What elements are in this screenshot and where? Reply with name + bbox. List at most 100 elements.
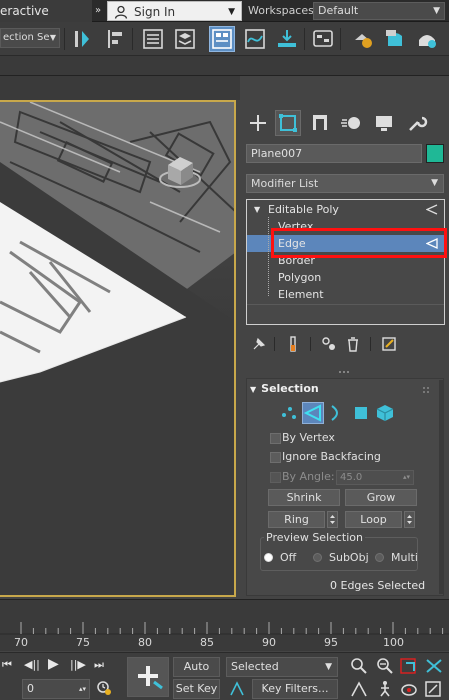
zoom-extents-icon[interactable] <box>400 657 420 675</box>
loop-button[interactable]: Loop <box>345 511 402 528</box>
utilities-tab-icon[interactable] <box>403 110 429 136</box>
element-level-icon[interactable] <box>374 402 396 424</box>
rollout-title: Selection <box>261 382 319 395</box>
overflow-chevron-icon[interactable]: » <box>92 0 104 22</box>
time-configuration-icon[interactable] <box>96 680 112 696</box>
key-mode-dropdown[interactable]: Selected ▼ <box>226 657 338 677</box>
align-icon[interactable] <box>102 26 128 52</box>
preview-off-radio[interactable] <box>264 553 273 562</box>
stack-item-editable-poly[interactable]: ▼ Editable Poly <box>247 201 444 218</box>
by-angle-spinner[interactable]: 45.0 ▴▾ <box>336 470 414 485</box>
go-to-end-icon[interactable]: ⏭ <box>94 658 104 672</box>
auto-key-button[interactable]: Auto Key <box>173 657 220 691</box>
go-to-start-icon[interactable]: ⏮ <box>2 658 12 672</box>
toggle-ribbon-button[interactable] <box>209 26 235 52</box>
workspace-value: Default <box>318 4 359 17</box>
current-frame-field[interactable]: 0 ▴▾ <box>22 679 90 699</box>
by-angle-checkbox[interactable] <box>270 472 281 483</box>
track-bar[interactable] <box>0 599 449 651</box>
ribbon-icon <box>212 29 232 49</box>
preview-subobj-label: SubObj <box>329 551 369 564</box>
set-key-button[interactable]: Set Key <box>173 679 220 699</box>
named-selection-set-dropdown[interactable]: ection Se ▼ <box>0 28 60 48</box>
by-angle-value: 45.0 <box>340 472 363 483</box>
render-production-icon[interactable] <box>414 26 440 52</box>
ring-button[interactable]: Ring <box>268 511 325 528</box>
key-filters-button[interactable]: Key Filters... <box>252 679 338 699</box>
curve-editor-icon[interactable] <box>242 26 268 52</box>
motion-tab-icon[interactable] <box>339 110 365 136</box>
perspective-viewport[interactable] <box>0 100 236 597</box>
rollout-grip-icon[interactable] <box>422 384 430 393</box>
scene-explorer-icon[interactable] <box>140 26 166 52</box>
material-editor-icon[interactable] <box>350 26 376 52</box>
ignore-backfacing-checkbox[interactable] <box>270 452 281 463</box>
annotation-highlight-box <box>271 228 447 258</box>
preview-subobj-radio[interactable] <box>313 553 322 562</box>
chevron-down-icon: ▼ <box>325 662 332 672</box>
by-vertex-checkbox[interactable] <box>270 433 281 444</box>
toolbar-divider <box>274 337 275 351</box>
vertex-level-icon[interactable] <box>278 402 300 424</box>
sign-in-label: Sign In <box>134 5 176 19</box>
orbit-icon[interactable] <box>400 680 418 698</box>
key-mode-value: Selected <box>231 660 279 673</box>
subobject-level-buttons <box>278 402 398 424</box>
toolbar-divider <box>370 337 371 351</box>
previous-frame-icon[interactable]: ◀|| <box>24 658 40 671</box>
edge-level-button[interactable] <box>302 402 324 424</box>
loop-spinner[interactable] <box>404 511 415 528</box>
hierarchy-tab-icon[interactable] <box>307 110 333 136</box>
stack-item-element[interactable]: Element <box>247 286 444 303</box>
remove-modifier-icon[interactable] <box>344 335 362 353</box>
mirror-icon[interactable] <box>70 26 96 52</box>
field-of-view-icon[interactable] <box>350 680 368 698</box>
edge-level-icon <box>303 404 321 422</box>
spinner-arrows-icon: ▴▾ <box>402 473 410 481</box>
display-tab-icon[interactable] <box>371 110 397 136</box>
grow-button[interactable]: Grow <box>345 489 417 506</box>
app-mode-title: eractive <box>0 0 92 22</box>
zoom-extents-all-icon[interactable] <box>424 657 444 675</box>
by-angle-label: By Angle: <box>282 470 335 483</box>
workspace-select[interactable]: Default ▼ <box>313 2 445 20</box>
set-keys-button[interactable] <box>127 657 169 697</box>
polygon-level-icon[interactable] <box>350 402 372 424</box>
sign-in-dropdown[interactable]: Sign In ▼ <box>107 1 242 21</box>
create-tab-icon[interactable] <box>245 110 271 136</box>
show-end-result-icon[interactable] <box>284 335 302 353</box>
play-icon[interactable]: ▶ <box>48 656 59 672</box>
maximize-viewport-icon[interactable] <box>424 680 442 698</box>
main-toolbar: ection Se ▼ <box>0 22 449 56</box>
border-level-icon[interactable] <box>326 402 348 424</box>
stack-item-polygon[interactable]: Polygon <box>247 269 444 286</box>
collapse-triangle-icon: ▼ <box>250 385 257 394</box>
collapse-triangle-icon[interactable]: ▼ <box>254 201 260 218</box>
object-name-field[interactable]: Plane007 <box>246 144 422 163</box>
pin-stack-icon[interactable] <box>250 335 268 353</box>
zoom-icon[interactable] <box>350 657 368 675</box>
dope-sheet-icon[interactable] <box>274 26 300 52</box>
layer-explorer-icon[interactable] <box>172 26 198 52</box>
key-tangent-icon[interactable] <box>228 680 246 698</box>
chevron-down-icon: ▼ <box>431 178 438 188</box>
modify-tab-icon <box>279 114 297 132</box>
walk-through-icon[interactable] <box>376 680 394 698</box>
preview-multi-radio[interactable] <box>375 553 384 562</box>
panel-resize-grip-icon[interactable] <box>338 370 352 374</box>
selection-rollout-header[interactable]: ▼ Selection <box>250 382 319 395</box>
preview-selection-label: Preview Selection <box>264 531 366 544</box>
next-frame-icon[interactable]: ||▶ <box>70 658 86 671</box>
make-unique-icon[interactable] <box>320 335 338 353</box>
ring-spinner[interactable] <box>327 511 338 528</box>
configure-modifier-sets-icon[interactable] <box>380 335 398 353</box>
render-setup-icon[interactable] <box>382 26 408 52</box>
modifier-list-dropdown[interactable]: Modifier List ▼ <box>246 174 444 193</box>
stack-item-label: Editable Poly <box>268 203 339 216</box>
modify-tab[interactable] <box>275 110 301 136</box>
shrink-button[interactable]: Shrink <box>268 489 340 506</box>
object-color-swatch[interactable] <box>426 144 444 163</box>
schematic-view-icon[interactable] <box>310 26 336 52</box>
zoom-all-icon[interactable] <box>376 657 394 675</box>
panel-scrollbar[interactable] <box>439 380 443 594</box>
